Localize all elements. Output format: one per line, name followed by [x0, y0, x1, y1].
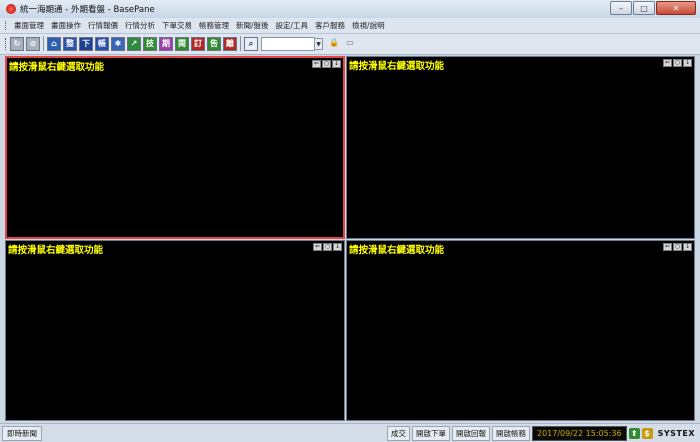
- chart-pane-top-left[interactable]: 請按滑鼠右鍵選取功能 ⇐ ○ ↓: [5, 56, 345, 239]
- window-title: 統一海期通 - 外期看盤 - BasePane: [20, 5, 155, 15]
- menu-item-8[interactable]: 客戶服務: [315, 18, 352, 33]
- toolbar-button-8[interactable]: 技: [143, 36, 157, 51]
- pane-back-button[interactable]: ⇐: [663, 243, 672, 251]
- toolbar-button-2[interactable]: ⌂: [47, 36, 61, 51]
- toolbar-separator: [43, 36, 44, 51]
- menu-item-4[interactable]: 下單交易: [162, 18, 199, 33]
- pane-controls: ⇐ ○ ↓: [312, 243, 342, 251]
- menu-item-5[interactable]: 帳務管理: [199, 18, 236, 33]
- pane-pin-button[interactable]: ↓: [683, 243, 692, 251]
- pane-pin-button[interactable]: ↓: [333, 243, 342, 251]
- datetime-display: 2017/09/22 15:05:36: [532, 426, 627, 441]
- chart-pane-bottom-right[interactable]: 請按滑鼠右鍵選取功能 ⇐ ○ ↓: [346, 240, 695, 421]
- menu-grip[interactable]: [5, 21, 8, 30]
- chart-pane-bottom-left[interactable]: 請按滑鼠右鍵選取功能 ⇐ ○ ↓: [5, 240, 345, 421]
- pane-refresh-button[interactable]: ○: [673, 59, 682, 67]
- news-button[interactable]: 即時新聞: [2, 426, 42, 441]
- magnifier-icon[interactable]: ⌕: [244, 36, 258, 51]
- pane-refresh-button[interactable]: ○: [323, 243, 332, 251]
- window-controls: – □ ✕: [609, 1, 696, 15]
- pane-controls: ⇐ ○ ↓: [662, 243, 692, 251]
- toolbar-button-11[interactable]: 訂: [191, 36, 205, 51]
- toolbar-button-13[interactable]: 離: [223, 36, 237, 51]
- maximize-button[interactable]: □: [633, 1, 655, 15]
- status-right: 成交 開啟下單 開啟回報 開啟帳務 2017/09/22 15:05:36 ⬆ $ SYSTE…: [385, 426, 698, 441]
- toolbar-button-4[interactable]: 下: [79, 36, 93, 51]
- toolbar-button-3[interactable]: 整: [63, 36, 77, 51]
- pane-back-button[interactable]: ⇐: [312, 60, 321, 68]
- menu-items: 畫面管理 畫面操作 行情報價 行情分析 下單交易 帳務管理 新聞/盤後 設定/工具 客戶服務 檢視…: [14, 18, 392, 33]
- app-icon[interactable]: [6, 4, 16, 14]
- toolbar: ↻ ⊘ ⌂ 整下帳 ✱ ↗ 技期閱訂告離 ⌕ ▼ 🔒 ▭: [0, 34, 700, 55]
- pane-controls: ⇐ ○ ↓: [311, 60, 341, 68]
- close-button[interactable]: ✕: [656, 1, 696, 15]
- menu-item-1[interactable]: 畫面操作: [51, 18, 88, 33]
- menu-item-3[interactable]: 行情分析: [125, 18, 162, 33]
- pane-hint-text: 請按滑鼠右鍵選取功能: [349, 61, 445, 72]
- pane-refresh-button[interactable]: ○: [673, 243, 682, 251]
- menu-item-6[interactable]: 新聞/盤後: [236, 18, 276, 33]
- pane-hint-text: 請按滑鼠右鍵選取功能: [9, 62, 105, 73]
- pane-back-button[interactable]: ⇐: [663, 59, 672, 67]
- toolbar-separator: [240, 36, 241, 51]
- status-button-2[interactable]: 開啟回報: [452, 426, 490, 441]
- app-window: 統一海期通 - 外期看盤 - BasePane – □ ✕ 畫面管理 畫面操作 行情…: [0, 0, 700, 442]
- status-button-3[interactable]: 開啟帳務: [492, 426, 530, 441]
- toolbar-button-1[interactable]: ⊘: [26, 36, 40, 51]
- toolbar-button-12[interactable]: 告: [207, 36, 221, 51]
- chart-pane-top-right[interactable]: 請按滑鼠右鍵選取功能 ⇐ ○ ↓: [346, 56, 695, 239]
- pane-pin-button[interactable]: ↓: [332, 60, 341, 68]
- dropdown-arrow-icon[interactable]: ▼: [315, 37, 323, 50]
- menu-item-9[interactable]: 檢視/說明: [352, 18, 392, 33]
- toolbar-grip[interactable]: [5, 38, 8, 50]
- pane-hint-text: 請按滑鼠右鍵選取功能: [349, 245, 445, 256]
- status-bar: 即時新聞 成交 開啟下單 開啟回報 開啟帳務 2017/09/22 15:05:36 ⬆ $…: [0, 423, 700, 442]
- title-bar[interactable]: 統一海期通 - 外期看盤 - BasePane – □ ✕: [0, 0, 700, 18]
- dollar-icon[interactable]: $: [641, 428, 653, 439]
- symbol-search-input[interactable]: [261, 36, 315, 51]
- up-arrow-icon[interactable]: ⬆: [628, 428, 640, 439]
- menu-item-7[interactable]: 設定/工具: [276, 18, 316, 33]
- status-button-1[interactable]: 開啟下單: [412, 426, 450, 441]
- window-icon[interactable]: ▭: [343, 37, 357, 51]
- brand-logo: SYSTEX: [657, 429, 695, 438]
- pane-back-button[interactable]: ⇐: [313, 243, 322, 251]
- toolbar-row: ↻ ⊘ ⌂ 整下帳 ✱ ↗ 技期閱訂告離 ⌕ ▼ 🔒 ▭: [10, 36, 359, 51]
- menu-item-2[interactable]: 行情報價: [88, 18, 125, 33]
- menu-bar: 畫面管理 畫面操作 行情報價 行情分析 下單交易 帳務管理 新聞/盤後 設定/工具 客戶服務 檢視…: [0, 18, 700, 34]
- toolbar-button-9[interactable]: 期: [159, 36, 173, 51]
- toolbar-button-7[interactable]: ↗: [127, 36, 141, 51]
- toolbar-button-0[interactable]: ↻: [10, 36, 24, 51]
- pane-controls: ⇐ ○ ↓: [662, 59, 692, 67]
- toolbar-button-6[interactable]: ✱: [111, 36, 125, 51]
- pane-hint-text: 請按滑鼠右鍵選取功能: [8, 245, 104, 256]
- menu-item-0[interactable]: 畫面管理: [14, 18, 51, 33]
- status-button-0[interactable]: 成交: [387, 426, 410, 441]
- pane-pin-button[interactable]: ↓: [683, 59, 692, 67]
- minimize-button[interactable]: –: [610, 1, 632, 15]
- lock-icon[interactable]: 🔒: [327, 37, 341, 51]
- toolbar-button-5[interactable]: 帳: [95, 36, 109, 51]
- toolbar-button-10[interactable]: 閱: [175, 36, 189, 51]
- pane-refresh-button[interactable]: ○: [322, 60, 331, 68]
